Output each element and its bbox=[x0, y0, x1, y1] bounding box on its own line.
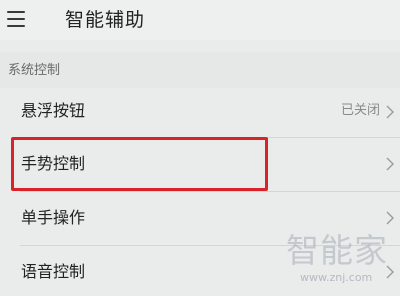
chevron-right-icon bbox=[386, 211, 394, 225]
chevron-right-icon bbox=[386, 105, 394, 119]
list-item-label: 悬浮按钮 bbox=[21, 101, 86, 120]
status-value: 已关闭 bbox=[340, 103, 380, 118]
chevron-right-icon bbox=[386, 157, 394, 171]
section-header: 系统控制 bbox=[0, 52, 400, 88]
watermark-logo: 智能家 bbox=[286, 231, 388, 270]
app-header: 智能辅助 bbox=[0, 0, 400, 40]
list-item-label: 单手操作 bbox=[21, 208, 86, 227]
hamburger-menu-icon[interactable] bbox=[7, 11, 25, 28]
list-item-label: 语音控制 bbox=[21, 262, 86, 281]
list-item-floating-button[interactable]: 悬浮按钮 已关闭 bbox=[0, 88, 400, 136]
watermark-url: www.znj.com bbox=[300, 271, 373, 284]
highlight-box bbox=[11, 137, 268, 191]
section-title: 系统控制 bbox=[8, 63, 61, 78]
page-title: 智能辅助 bbox=[65, 9, 146, 31]
